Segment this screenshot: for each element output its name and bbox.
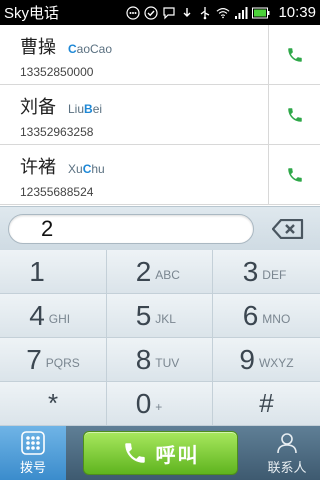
contact-number: 13352963258 [20,125,94,139]
call-contact-button[interactable] [268,85,320,144]
phone-icon [287,167,302,182]
tab-contacts-label: 联系人 [267,460,307,476]
contact-number: 13352850000 [20,65,94,79]
key-3[interactable]: 3 DEF [213,250,320,294]
contact-pinyin: XuChu [68,162,105,176]
call-button[interactable]: 呼叫 [83,431,238,475]
check-circle-icon [144,5,159,20]
dots-icon [126,5,141,20]
key-1[interactable]: 1 [0,250,107,294]
contact-info[interactable]: 曹操 CaoCao 13352850000 [0,25,268,84]
call-contact-button[interactable] [268,25,320,84]
key-star[interactable]: * [0,382,107,426]
contact-name: 刘备 [20,97,56,118]
phone-icon [124,443,145,463]
key-9[interactable]: 9 WXYZ [213,338,320,382]
tab-dialer[interactable]: 拨号 [0,426,66,480]
phone-icon [287,107,302,122]
contact-row[interactable]: 许褚 XuChu 12355688524 [0,145,320,205]
download-icon [180,6,194,20]
contact-row[interactable]: 刘备 LiuBei 13352963258 [0,85,320,145]
status-title: Sky电话 [4,5,60,22]
status-time: 10:39 [278,4,316,21]
phone-icon [287,47,302,62]
key-5[interactable]: 5 JKL [107,294,213,338]
backspace-icon [272,218,304,239]
key-4[interactable]: 4 GHI [0,294,107,338]
contact-info[interactable]: 刘备 LiuBei 13352963258 [0,85,268,144]
backspace-button[interactable] [270,217,306,241]
key-7[interactable]: 7 PQRS [0,338,107,382]
keypad-icon [21,430,45,455]
usb-icon [198,6,212,20]
dialed-number-field[interactable]: 2 [8,213,254,244]
tab-dialer-label: 拨号 [19,460,46,476]
contact-pinyin: LiuBei [68,102,103,116]
contact-row[interactable]: 曹操 CaoCao 13352850000 [0,25,320,85]
contact-name: 许褚 [20,157,56,178]
pinyin-match: B [84,102,93,116]
contact-pinyin: CaoCao [68,42,113,56]
contact-name: 曹操 [20,37,56,58]
call-contact-button[interactable] [268,145,320,204]
contact-number: 12355688524 [20,185,94,199]
contact-list: 曹操 CaoCao 13352850000 刘备 LiuBei 13352963… [0,25,320,206]
signal-icon [234,6,248,20]
dial-input-bar: 2 [0,206,320,250]
pinyin-match: C [68,42,77,56]
status-icons: 10:39 [126,4,316,21]
tab-contacts[interactable]: 联系人 [254,426,320,480]
key-hash[interactable]: # [213,382,320,426]
call-button-label: 呼叫 [155,442,200,467]
bottom-bar: 拨号 呼叫 联系人 [0,426,320,480]
key-6[interactable]: 6 MNO [213,294,320,338]
chat-icon [162,6,176,20]
key-2[interactable]: 2 ABC [107,250,213,294]
key-0[interactable]: 0 + [107,382,213,426]
person-icon [277,432,297,453]
wifi-icon [216,6,230,20]
contact-info[interactable]: 许褚 XuChu 12355688524 [0,145,268,204]
status-bar: Sky电话 10:39 [0,0,320,25]
dial-keypad: 1 2 ABC 3 DEF 4 GHI 5 JKL 6 MNO 7 PQRS 8 TUV 9W… [0,250,320,426]
battery-icon [252,6,270,20]
key-8[interactable]: 8 TUV [107,338,213,382]
